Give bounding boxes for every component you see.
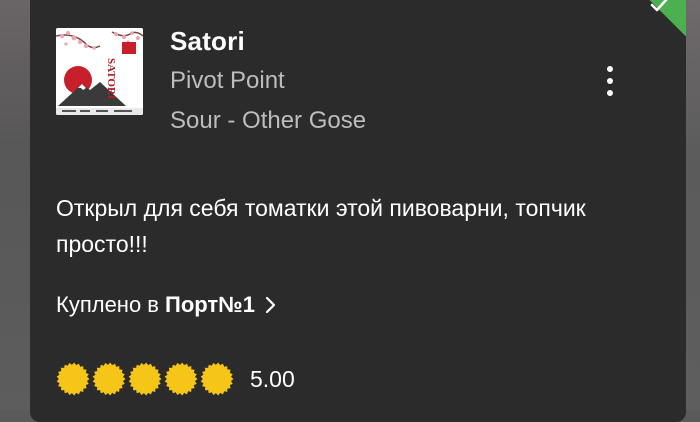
beer-label-image[interactable]: SATORI <box>56 28 143 115</box>
venue-name[interactable]: Порт№1 <box>165 292 255 318</box>
beer-style: Sour - Other Gose <box>170 107 367 134</box>
more-options-button[interactable] <box>598 64 622 98</box>
rating-caps <box>56 362 236 396</box>
check-icon <box>650 0 668 12</box>
checkin-comment: Открыл для себя томатки этой пивоварни, … <box>56 195 586 257</box>
beer-label-art: SATORI <box>56 28 143 115</box>
bottle-cap-icon <box>56 362 90 396</box>
more-vertical-icon <box>607 66 613 72</box>
rating-value: 5.00 <box>250 365 295 392</box>
bottle-cap-icon <box>200 362 234 396</box>
label-art-text: SATORI <box>105 58 117 99</box>
chevron-right-icon <box>265 296 276 314</box>
bottle-cap-icon <box>164 362 198 396</box>
bottle-cap-icon <box>128 362 162 396</box>
background-right <box>686 0 700 410</box>
purchased-label: Куплено в <box>56 292 159 317</box>
beer-name[interactable]: Satori <box>170 26 245 57</box>
purchased-location-link[interactable]: Куплено в Порт№1 <box>56 292 277 318</box>
background-left <box>0 0 30 410</box>
rating-row: 5.00 <box>56 362 295 396</box>
bottle-cap-icon <box>92 362 126 396</box>
brewery-name[interactable]: Pivot Point <box>170 67 285 95</box>
checkin-card[interactable]: SATORI Satori Pivot Point Sour - Other G… <box>30 0 686 422</box>
